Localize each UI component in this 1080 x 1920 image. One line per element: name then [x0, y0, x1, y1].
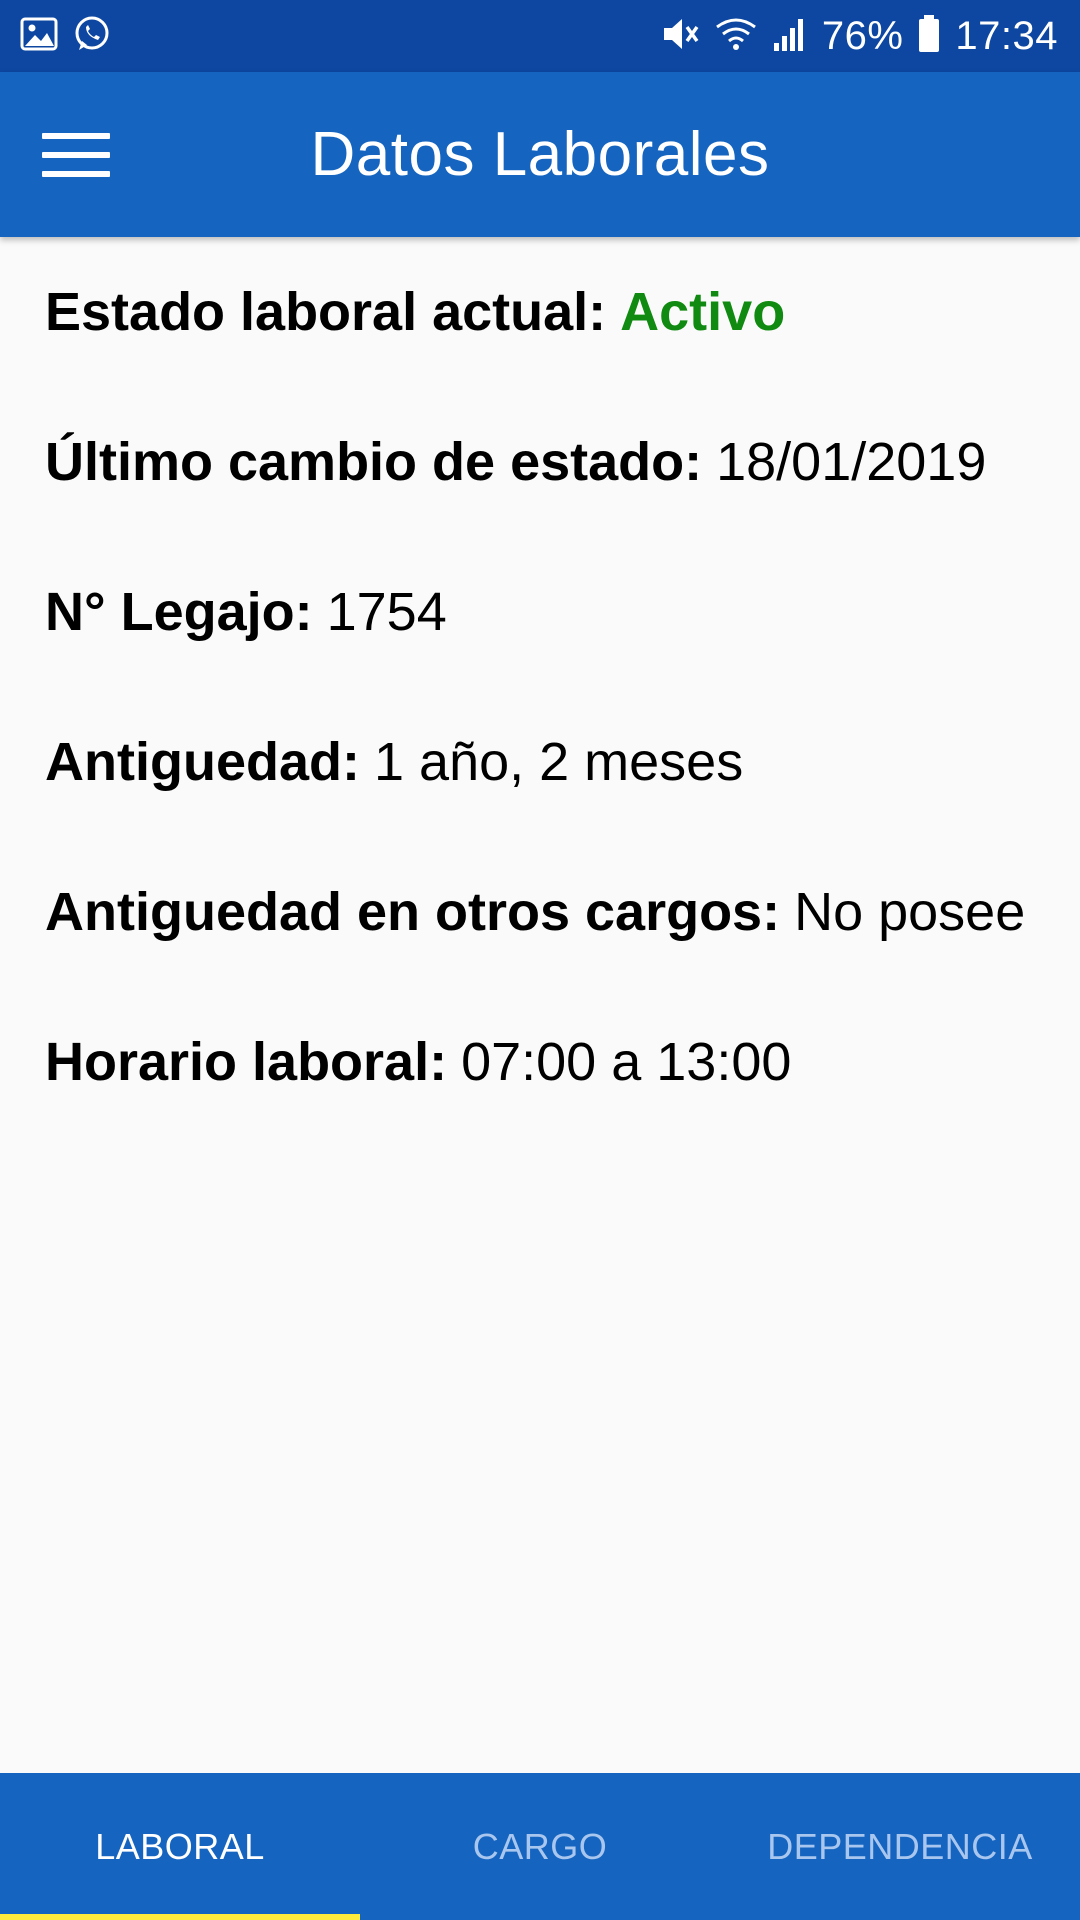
- status-bar-right: 76% 17:34: [660, 14, 1058, 59]
- bottom-navigation: LABORAL CARGO DEPENDENCIA: [0, 1773, 1080, 1920]
- field-antiguedad-otros: Antiguedad en otros cargos: No posee: [45, 837, 1065, 987]
- wifi-icon: [714, 15, 758, 58]
- app-bar: Datos Laborales: [0, 72, 1080, 237]
- tab-label: CARGO: [472, 1825, 608, 1867]
- battery-icon: [917, 14, 941, 59]
- field-ultimo-cambio: Último cambio de estado: 18/01/2019: [45, 387, 1065, 537]
- field-label: Último cambio de estado:: [45, 432, 703, 492]
- mute-icon: [660, 14, 700, 59]
- field-value: 18/01/2019: [716, 432, 987, 492]
- field-value: 1754: [326, 582, 447, 642]
- field-horario: Horario laboral: 07:00 a 13:00: [45, 987, 1065, 1137]
- labor-details: Estado laboral actual: Activo Último cam…: [45, 237, 1065, 1137]
- signal-icon: [772, 15, 808, 58]
- status-bar: 76% 17:34: [0, 0, 1080, 72]
- field-label: Antiguedad en otros cargos:: [45, 882, 781, 942]
- field-label: Estado laboral actual:: [45, 282, 607, 342]
- tab-dependencia[interactable]: DEPENDENCIA: [720, 1773, 1080, 1920]
- status-value: Activo: [620, 282, 786, 342]
- tab-cargo[interactable]: CARGO: [360, 1773, 720, 1920]
- battery-percent: 76%: [821, 13, 904, 58]
- active-tab-indicator: [0, 1914, 360, 1920]
- field-value: 1 año, 2 meses: [373, 732, 744, 792]
- status-bar-left: [20, 14, 112, 59]
- field-label: N° Legajo:: [45, 582, 313, 642]
- field-value: No posee: [794, 882, 1026, 942]
- field-label: Horario laboral:: [45, 1032, 448, 1092]
- tab-label: DEPENDENCIA: [767, 1825, 1033, 1867]
- field-label: Antiguedad:: [45, 732, 360, 792]
- field-antiguedad: Antiguedad: 1 año, 2 meses: [45, 687, 1065, 837]
- gallery-icon: [20, 17, 58, 56]
- hamburger-menu-icon[interactable]: [30, 117, 120, 192]
- page-title: Datos Laborales: [310, 120, 770, 189]
- whatsapp-icon: [72, 14, 112, 59]
- tab-laboral[interactable]: LABORAL: [0, 1773, 360, 1920]
- clock: 17:34: [955, 13, 1058, 58]
- field-estado-laboral: Estado laboral actual: Activo: [45, 237, 1065, 387]
- field-value: 07:00 a 13:00: [461, 1032, 792, 1092]
- tab-label: LABORAL: [95, 1825, 265, 1867]
- field-legajo: N° Legajo: 1754: [45, 537, 1065, 687]
